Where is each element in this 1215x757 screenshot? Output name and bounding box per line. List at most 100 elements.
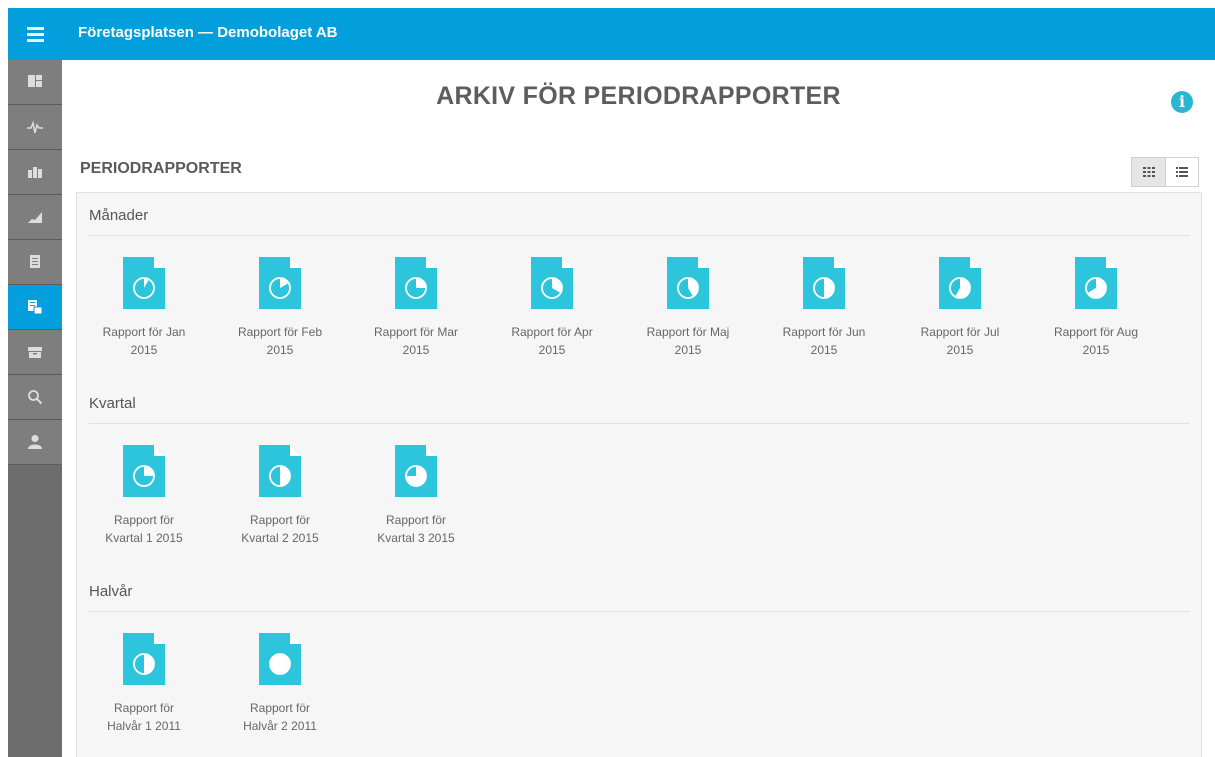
sidebar-item-dashboard[interactable] xyxy=(8,60,62,105)
report-label-line2: 2015 xyxy=(946,343,974,357)
view-toggle xyxy=(1131,157,1199,187)
report-tile[interactable]: Rapport för Jun 2015 xyxy=(769,257,879,359)
report-label: Rapport för Feb 2015 xyxy=(225,323,335,359)
report-tile[interactable]: Rapport för Halvår 1 2011 xyxy=(89,633,199,735)
list-icon xyxy=(1176,167,1188,177)
group-divider xyxy=(89,611,1190,612)
report-label: Rapport för Aug 2015 xyxy=(1041,323,1151,359)
grid-icon xyxy=(1142,167,1155,177)
group-divider xyxy=(89,235,1190,236)
info-icon[interactable]: i xyxy=(1171,91,1193,113)
app-title: Företagsplatsen — Demobolaget AB xyxy=(78,24,338,41)
report-label: Rapport för Jun 2015 xyxy=(769,323,879,359)
pulse-icon xyxy=(27,120,43,134)
main-content: ARKIV FÖR PERIODRAPPORTER i PERIODRAPPOR… xyxy=(62,60,1215,757)
report-label-line1: Rapport för Jan xyxy=(102,325,186,339)
report-group: Kvartal Rapport för Kvartal 1 2015 Rapport … xyxy=(77,395,1203,575)
report-label-line2: Kvartal 1 2015 xyxy=(105,531,183,545)
report-tile[interactable]: Rapport för Apr 2015 xyxy=(497,257,607,359)
report-label-line2: 2015 xyxy=(266,343,294,357)
report-label-line1: Rapport för Apr xyxy=(511,325,593,339)
report-document-icon xyxy=(123,257,165,309)
group-divider xyxy=(89,423,1190,424)
report-document-icon xyxy=(259,257,301,309)
report-label-line2: 2015 xyxy=(810,343,838,357)
user-icon xyxy=(28,435,42,449)
report-tile[interactable]: Rapport för Kvartal 1 2015 xyxy=(89,445,199,547)
report-label: Rapport för Halvår 1 2011 xyxy=(89,699,199,735)
sidebar-item-area-chart[interactable] xyxy=(8,195,62,240)
report-document-icon xyxy=(395,445,437,497)
report-label: Rapport för Apr 2015 xyxy=(497,323,607,359)
top-bar: Företagsplatsen — Demobolaget AB xyxy=(8,8,1215,60)
report-tile[interactable]: Rapport för Jul 2015 xyxy=(905,257,1015,359)
menu-button[interactable] xyxy=(8,8,62,60)
sidebar-item-pulse[interactable] xyxy=(8,105,62,150)
sidebar-item-reports[interactable] xyxy=(8,285,62,330)
report-label: Rapport för Mar 2015 xyxy=(361,323,471,359)
report-document-icon xyxy=(259,445,301,497)
report-label: Rapport för Jan 2015 xyxy=(89,323,199,359)
report-label-line2: Kvartal 3 2015 xyxy=(377,531,455,545)
report-label-line2: 2015 xyxy=(674,343,702,357)
report-tile[interactable]: Rapport för Halvår 2 2011 xyxy=(225,633,335,735)
report-tile[interactable]: Rapport för Jan 2015 xyxy=(89,257,199,359)
report-document-icon xyxy=(259,633,301,685)
app-window: Företagsplatsen — Demobolaget AB ARKIV F… xyxy=(8,8,1215,757)
area-chart-icon xyxy=(28,212,42,223)
grid-view-button[interactable] xyxy=(1131,157,1165,187)
report-label-line1: Rapport för Mar xyxy=(373,325,459,339)
report-label: Rapport för Kvartal 3 2015 xyxy=(361,511,471,547)
report-label: Rapport för Maj 2015 xyxy=(633,323,743,359)
report-document-icon xyxy=(123,633,165,685)
report-tile[interactable]: Rapport för Kvartal 3 2015 xyxy=(361,445,471,547)
sidebar-item-document[interactable] xyxy=(8,240,62,285)
report-tile[interactable]: Rapport för Mar 2015 xyxy=(361,257,471,359)
report-label-line1: Rapport för Jun xyxy=(782,325,866,339)
report-tile[interactable]: Rapport för Feb 2015 xyxy=(225,257,335,359)
report-document-icon xyxy=(395,257,437,309)
section-title: PERIODRAPPORTER xyxy=(80,160,242,177)
report-label-line1: Rapport för Aug xyxy=(1053,325,1139,339)
report-tile[interactable]: Rapport för Aug 2015 xyxy=(1041,257,1151,359)
list-view-button[interactable] xyxy=(1165,157,1199,187)
report-group: Halvår Rapport för Halvår 1 2011 Rapport fö… xyxy=(77,583,1203,757)
report-label-line1: Rapport för Maj xyxy=(646,325,730,339)
report-label-line1: Rapport för xyxy=(113,701,175,715)
reports-panel: Månader Rapport för Jan 2015 Rapport för Fe… xyxy=(76,192,1202,757)
report-document-icon xyxy=(123,445,165,497)
report-label-line2: 2015 xyxy=(130,343,158,357)
search-icon xyxy=(28,390,43,405)
hamburger-icon xyxy=(26,27,44,42)
report-label: Rapport för Kvartal 2 2015 xyxy=(225,511,335,547)
dashboard-icon xyxy=(28,75,42,87)
report-document-icon xyxy=(939,257,981,309)
report-label-line2: 2015 xyxy=(538,343,566,357)
sidebar-item-user[interactable] xyxy=(8,420,62,465)
reports-icon xyxy=(28,300,43,315)
report-tile[interactable]: Rapport för Maj 2015 xyxy=(633,257,743,359)
report-document-icon xyxy=(531,257,573,309)
report-document-icon xyxy=(803,257,845,309)
report-label-line1: Rapport för xyxy=(249,513,311,527)
page-title: ARKIV FÖR PERIODRAPPORTER xyxy=(436,82,841,110)
report-label-line1: Rapport för xyxy=(113,513,175,527)
group-title: Månader xyxy=(89,207,149,224)
report-label-line2: Kvartal 2 2015 xyxy=(241,531,319,545)
report-tile[interactable]: Rapport för Kvartal 2 2015 xyxy=(225,445,335,547)
buildings-icon xyxy=(28,167,42,178)
report-label-line1: Rapport för xyxy=(249,701,311,715)
report-document-icon xyxy=(667,257,709,309)
report-label-line1: Rapport för Jul xyxy=(920,325,1000,339)
report-label-line2: Halvår 2 2011 xyxy=(243,719,317,733)
report-label-line1: Rapport för xyxy=(385,513,447,527)
report-label-line2: 2015 xyxy=(1082,343,1110,357)
report-label-line2: Halvår 1 2011 xyxy=(107,719,181,733)
sidebar-item-buildings[interactable] xyxy=(8,150,62,195)
sidebar-item-archive[interactable] xyxy=(8,330,62,375)
report-label: Rapport för Jul 2015 xyxy=(905,323,1015,359)
report-label: Rapport för Kvartal 1 2015 xyxy=(89,511,199,547)
report-label: Rapport för Halvår 2 2011 xyxy=(225,699,335,735)
group-title: Kvartal xyxy=(89,395,136,412)
sidebar-item-search[interactable] xyxy=(8,375,62,420)
